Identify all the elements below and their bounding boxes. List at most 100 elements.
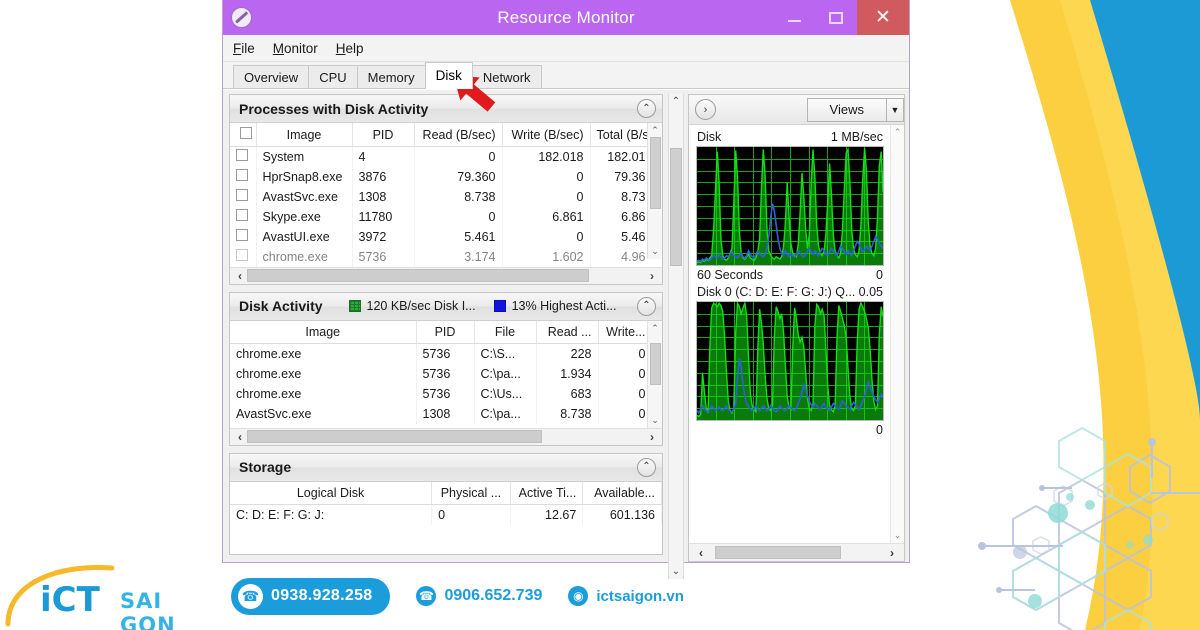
column-pid[interactable]: PID (416, 320, 475, 344)
graph-horizontal-scrollbar[interactable]: ‹ › (689, 543, 904, 561)
hscroll-track[interactable] (247, 269, 645, 282)
views-button[interactable]: Views ▼ (806, 97, 904, 122)
primary-phone-pill[interactable]: ☎ 0938.928.258 (231, 577, 391, 615)
select-all-header[interactable] (230, 123, 257, 147)
scrollbar-thumb[interactable] (649, 343, 661, 385)
storage-panel-header[interactable]: Storage ⌃ (230, 453, 662, 482)
table-row[interactable]: AvastSvc.exe 1308 8.738 0 8.73 (230, 186, 647, 207)
logo-primary-text: iCT (40, 580, 100, 620)
tab-memory[interactable]: Memory (356, 65, 426, 88)
close-button[interactable]: ✕ (857, 0, 909, 35)
menu-file[interactable]: File (233, 41, 255, 56)
expand-panel-button[interactable]: › (695, 99, 716, 120)
column-image[interactable]: Image (256, 123, 353, 147)
hscroll-track[interactable] (247, 430, 645, 443)
table-row[interactable]: C: D: E: F: G: J: 0 12.67 601.136 (230, 504, 662, 525)
column-image[interactable]: Image (230, 320, 417, 344)
column-write[interactable]: Write (B/sec) (502, 123, 591, 147)
screenshot-root: Resource Monitor ✕ File Monitor Help Ove… (0, 0, 1200, 630)
processes-horizontal-scrollbar[interactable]: ‹ › (230, 266, 662, 284)
scroll-up-icon[interactable]: ⌃ (651, 323, 659, 334)
scroll-left-icon[interactable]: ‹ (233, 269, 247, 283)
chevron-up-icon[interactable]: ⌃ (637, 296, 656, 316)
row-checkbox-cell[interactable] (230, 206, 257, 227)
checkbox-icon[interactable] (236, 229, 248, 241)
phone-icon: ☎ (416, 586, 437, 606)
row-checkbox-cell[interactable] (230, 226, 257, 247)
chevron-up-icon[interactable]: ⌃ (637, 99, 656, 118)
processes-vertical-scrollbar[interactable]: ⌃ ⌄ (647, 123, 662, 259)
checkbox-icon[interactable] (239, 127, 252, 139)
row-checkbox-cell[interactable] (230, 146, 257, 167)
legend-label-disk-io: 120 KB/sec Disk I... (366, 299, 476, 313)
cell-write: 0 (598, 343, 647, 364)
hscroll-thumb[interactable] (247, 269, 590, 282)
scroll-left-icon[interactable]: ‹ (693, 546, 709, 560)
scroll-left-icon[interactable]: ‹ (233, 430, 247, 444)
processes-panel-header[interactable]: Processes with Disk Activity ⌃ (230, 95, 662, 123)
scroll-up-icon[interactable]: ⌃ (651, 125, 659, 136)
table-header-row: Logical Disk Physical ... Active Ti... A… (230, 481, 662, 505)
main-vertical-scrollbar[interactable]: ⌃ ⌄ (668, 94, 684, 579)
table-row[interactable]: AvastSvc.exe 1308 C:\pa... 8.738 0 (230, 403, 647, 424)
scroll-right-icon[interactable]: › (645, 269, 659, 283)
table-row[interactable]: Skype.exe 11780 0 6.861 6.86 (230, 206, 647, 227)
scroll-down-icon[interactable]: ⌄ (651, 246, 659, 257)
tab-cpu[interactable]: CPU (308, 65, 358, 88)
website-link[interactable]: ◉ ictsaigon.vn (568, 586, 684, 606)
table-row[interactable]: chrome.exe 5736 C:\pa... 1.934 0 (230, 363, 647, 384)
column-active-time[interactable]: Active Ti... (510, 481, 584, 505)
column-available[interactable]: Available... (582, 481, 662, 505)
disk-activity-horizontal-scrollbar[interactable]: ‹ › (230, 427, 662, 445)
column-file[interactable]: File (474, 320, 537, 344)
maximize-button[interactable] (815, 0, 857, 35)
scroll-up-icon[interactable]: ⌃ (672, 96, 680, 107)
scroll-right-icon[interactable]: › (645, 430, 659, 444)
menu-monitor[interactable]: Monitor (273, 41, 318, 56)
checkbox-icon[interactable] (236, 149, 248, 162)
chevron-up-icon[interactable]: ⌃ (637, 457, 656, 477)
table-row[interactable]: chrome.exe 5736 3.174 1.602 4.96 (230, 246, 647, 267)
checkbox-icon[interactable] (236, 189, 248, 201)
checkbox-icon[interactable] (236, 249, 248, 261)
table-row[interactable]: System 4 0 182.018 182.01 (230, 146, 647, 167)
menu-help[interactable]: Help (336, 41, 364, 56)
tab-overview[interactable]: Overview (233, 65, 310, 88)
table-row[interactable]: HprSnap8.exe 3876 79.360 0 79.36 (230, 166, 647, 187)
column-read[interactable]: Read ... (536, 320, 599, 344)
chevron-down-icon[interactable]: ▼ (886, 98, 903, 121)
column-physical[interactable]: Physical ... (431, 481, 511, 505)
table-row[interactable]: AvastUI.exe 3972 5.461 0 5.46 (230, 226, 647, 247)
cell-image: chrome.exe (256, 246, 353, 267)
checkbox-icon[interactable] (236, 169, 248, 181)
processes-grid: Image PID Read (B/sec) Write (B/sec) Tot… (230, 123, 662, 267)
column-logical-disk[interactable]: Logical Disk (230, 481, 433, 505)
hscroll-thumb[interactable] (247, 430, 542, 443)
column-pid[interactable]: PID (352, 123, 415, 147)
cell-pid: 1308 (416, 403, 475, 424)
scroll-down-icon[interactable]: ⌄ (894, 530, 902, 541)
graph-vertical-scrollbar[interactable]: ⌃ ⌄ (890, 125, 904, 543)
disk-activity-panel-header[interactable]: Disk Activity 120 KB/sec Disk I... 13% H… (230, 292, 662, 321)
scroll-up-icon[interactable]: ⌃ (894, 127, 902, 138)
row-checkbox-cell[interactable] (230, 186, 257, 207)
column-write[interactable]: Write... (598, 320, 647, 344)
hscroll-thumb[interactable] (715, 546, 841, 559)
scroll-down-icon[interactable]: ⌄ (651, 415, 659, 426)
tab-disk[interactable]: Disk (424, 62, 473, 89)
hscroll-track[interactable] (709, 546, 884, 559)
table-row[interactable]: chrome.exe 5736 C:\S... 228 0 (230, 343, 647, 364)
row-checkbox-cell[interactable] (230, 166, 257, 187)
column-total[interactable]: Total (B/se (590, 123, 647, 147)
minimize-button[interactable] (773, 0, 815, 35)
disk-activity-vertical-scrollbar[interactable]: ⌃ ⌄ (647, 320, 662, 428)
row-checkbox-cell[interactable] (230, 246, 257, 267)
scrollbar-thumb[interactable] (649, 137, 661, 209)
scroll-right-icon[interactable]: › (884, 546, 900, 560)
secondary-phone[interactable]: ☎ 0906.652.739 (416, 586, 542, 606)
table-row[interactable]: chrome.exe 5736 C:\Us... 683 0 (230, 383, 647, 404)
scrollbar-thumb[interactable] (670, 147, 682, 266)
tab-network[interactable]: Network (471, 65, 542, 88)
column-read[interactable]: Read (B/sec) (414, 123, 503, 147)
checkbox-icon[interactable] (236, 209, 248, 221)
